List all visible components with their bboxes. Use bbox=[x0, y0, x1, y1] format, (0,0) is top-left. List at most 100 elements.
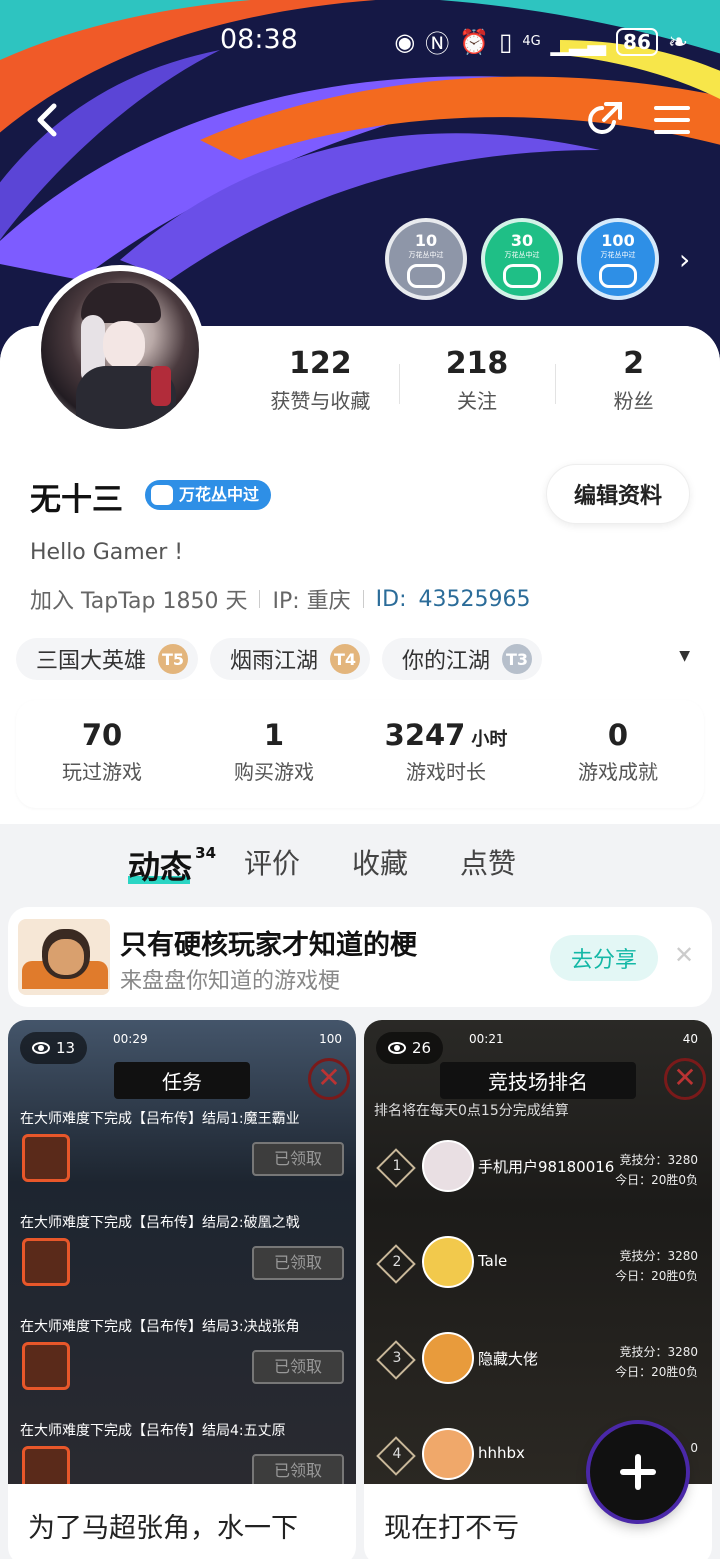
rank-name: 隐藏大佬 bbox=[478, 1350, 539, 1368]
join-days: 加入 TapTap 1850 天 bbox=[30, 589, 248, 614]
task-text: 在大师难度下完成【吕布传】结局3:决战张角 bbox=[20, 1319, 300, 1335]
task-text: 在大师难度下完成【吕布传】结局1:魔王霸业 bbox=[20, 1111, 300, 1127]
badge-level-100[interactable]: 100 万花丛中过 bbox=[577, 218, 659, 300]
badge-level: 30 bbox=[510, 230, 534, 250]
status-icons: ◉ Ⓝ ⏰ ▯ 4G ▁▂▃ 86 ❧ bbox=[394, 24, 688, 59]
stat-value: 218 bbox=[445, 346, 509, 381]
badge-level-10[interactable]: 10 万花丛中过 bbox=[385, 218, 467, 300]
screenshot-title-text: 任务 bbox=[114, 1062, 250, 1099]
task-button: 已领取 bbox=[252, 1246, 344, 1280]
avatar bbox=[422, 1140, 474, 1192]
view-count-value: 13 bbox=[56, 1039, 76, 1057]
share-icon[interactable] bbox=[584, 100, 624, 140]
promo-subtitle: 来盘盘你知道的游戏梗 bbox=[120, 969, 341, 994]
stat-label: 玩过游戏 bbox=[62, 760, 142, 784]
achievement-badges: 10 万花丛中过 30 万花丛中过 100 万花丛中过 › bbox=[385, 218, 690, 300]
screenshot-battery: 100 bbox=[319, 1032, 342, 1046]
stat-label: 游戏时长 bbox=[406, 760, 486, 784]
task-button: 已领取 bbox=[252, 1454, 344, 1484]
chevron-left-icon[interactable] bbox=[30, 100, 70, 140]
task-row: 在大师难度下完成【吕布传】结局4:五丈原 已领取 bbox=[8, 1420, 356, 1484]
game-tag[interactable]: 三国大英雄 T5 bbox=[16, 638, 199, 680]
close-icon: ✕ bbox=[664, 1058, 706, 1100]
user-title-badge[interactable]: 万花丛中过 bbox=[145, 480, 272, 510]
avatar[interactable] bbox=[35, 265, 205, 435]
task-button: 已领取 bbox=[252, 1350, 344, 1384]
screenshot-time: 00:21 bbox=[469, 1032, 504, 1046]
user-id[interactable]: 43525965 bbox=[418, 587, 530, 612]
task-reward-icon bbox=[22, 1342, 70, 1390]
status-bar: 08:38 ◉ Ⓝ ⏰ ▯ 4G ▁▂▃ 86 ❧ bbox=[0, 22, 720, 58]
tab-reviews[interactable]: 评价 bbox=[244, 842, 300, 888]
signal-icon: ▁▂▃ bbox=[550, 27, 607, 56]
divider bbox=[362, 590, 364, 608]
tab-count: 34 bbox=[195, 844, 217, 862]
rank-score-value: 竞技分：3280 bbox=[619, 1249, 698, 1263]
task-reward-icon bbox=[22, 1446, 70, 1484]
badge-text: 万花丛中过 bbox=[408, 250, 444, 259]
badge-level: 100 bbox=[601, 230, 635, 250]
promo-image-face bbox=[48, 939, 84, 975]
games-purchased[interactable]: 1 购买游戏 bbox=[188, 700, 360, 808]
promo-title: 只有硬核玩家才知道的梗 bbox=[120, 930, 417, 961]
screenshot-time: 00:29 bbox=[113, 1032, 148, 1046]
stat-label: 粉丝 bbox=[613, 389, 654, 413]
id-label: ID: bbox=[375, 586, 407, 612]
tier-badge: T5 bbox=[158, 644, 189, 674]
gamepad-icon bbox=[151, 485, 173, 505]
network-label: 4G bbox=[522, 34, 541, 49]
promo-image bbox=[18, 919, 110, 995]
plus-icon[interactable] bbox=[590, 1424, 686, 1520]
stat-label: 购买游戏 bbox=[234, 760, 314, 784]
tab-posts[interactable]: 动态 34 bbox=[128, 842, 216, 888]
game-stats-card: 70 玩过游戏 1 购买游戏 3247 小时 游戏时长 0 游戏成就 bbox=[16, 700, 704, 808]
game-tag[interactable]: 你的江湖 T3 bbox=[382, 638, 543, 680]
stat-following[interactable]: 218 关注 bbox=[398, 346, 556, 414]
avatar-detail bbox=[151, 366, 171, 406]
badge-text: 万花丛中过 bbox=[504, 250, 540, 259]
post-card[interactable]: 00:29 100 13 任务 ✕ 在大师难度下完成【吕布传】结局1:魔王霸业 … bbox=[8, 1020, 356, 1559]
user-title-text: 万花丛中过 bbox=[179, 485, 260, 504]
stat-value: 0 bbox=[607, 718, 629, 752]
content-tabs: 动态 34 评价 收藏 点赞 bbox=[128, 842, 516, 888]
user-name: 无十三 bbox=[30, 482, 123, 518]
avatar bbox=[422, 1236, 474, 1288]
avatar bbox=[422, 1332, 474, 1384]
profile-stats: 122 获赞与收藏 218 关注 2 粉丝 bbox=[242, 346, 712, 414]
promo-banner[interactable]: 只有硬核玩家才知道的梗 来盘盘你知道的游戏梗 去分享 ✕ bbox=[8, 907, 712, 1007]
games-played[interactable]: 70 玩过游戏 bbox=[16, 700, 188, 808]
stat-value: 70 bbox=[81, 718, 123, 752]
chevron-right-icon[interactable]: › bbox=[679, 243, 690, 276]
badge-level-30[interactable]: 30 万花丛中过 bbox=[481, 218, 563, 300]
game-name: 你的江湖 bbox=[402, 649, 491, 674]
task-button: 已领取 bbox=[252, 1142, 344, 1176]
edit-profile-button[interactable]: 编辑资料 bbox=[546, 464, 690, 524]
rank-row: 3 隐藏大佬 竞技分：3280 今日：20胜0负 bbox=[364, 1322, 712, 1412]
tab-favorites[interactable]: 收藏 bbox=[352, 842, 408, 888]
menu-icon[interactable] bbox=[652, 100, 692, 140]
view-count: 26 bbox=[376, 1032, 444, 1064]
stat-unit: 小时 bbox=[471, 729, 508, 750]
leaf-icon: ❧ bbox=[667, 27, 688, 56]
game-tag[interactable]: 烟雨江湖 T4 bbox=[210, 638, 371, 680]
rank-name: hhhbx bbox=[478, 1444, 525, 1462]
post-image: 00:21 40 26 竞技场排名 ✕ 排名将在每天0点15分完成结算 1 手机… bbox=[364, 1020, 712, 1484]
task-text: 在大师难度下完成【吕布传】结局4:五丈原 bbox=[20, 1423, 286, 1439]
caret-down-icon[interactable]: ▼ bbox=[679, 648, 690, 664]
eye-icon bbox=[388, 1042, 406, 1054]
tab-label: 动态 bbox=[128, 848, 193, 886]
post-caption: 为了马超张角，水一下 bbox=[28, 1513, 298, 1544]
task-text: 在大师难度下完成【吕布传】结局2:破凰之戟 bbox=[20, 1215, 300, 1231]
stat-followers[interactable]: 2 粉丝 bbox=[555, 346, 712, 414]
rank-number: 1 bbox=[392, 1158, 402, 1174]
tab-likes[interactable]: 点赞 bbox=[460, 842, 516, 888]
close-icon[interactable]: ✕ bbox=[674, 941, 694, 969]
achievements[interactable]: 0 游戏成就 bbox=[532, 700, 704, 808]
rank-number: 2 bbox=[392, 1254, 402, 1270]
stat-likes[interactable]: 122 获赞与收藏 bbox=[242, 346, 399, 414]
task-row: 在大师难度下完成【吕布传】结局2:破凰之戟 已领取 bbox=[8, 1212, 356, 1312]
play-time[interactable]: 3247 小时 游戏时长 bbox=[360, 700, 532, 808]
badge-level: 10 bbox=[414, 230, 438, 250]
game-name: 三国大英雄 bbox=[36, 649, 147, 674]
share-button[interactable]: 去分享 bbox=[550, 935, 658, 981]
